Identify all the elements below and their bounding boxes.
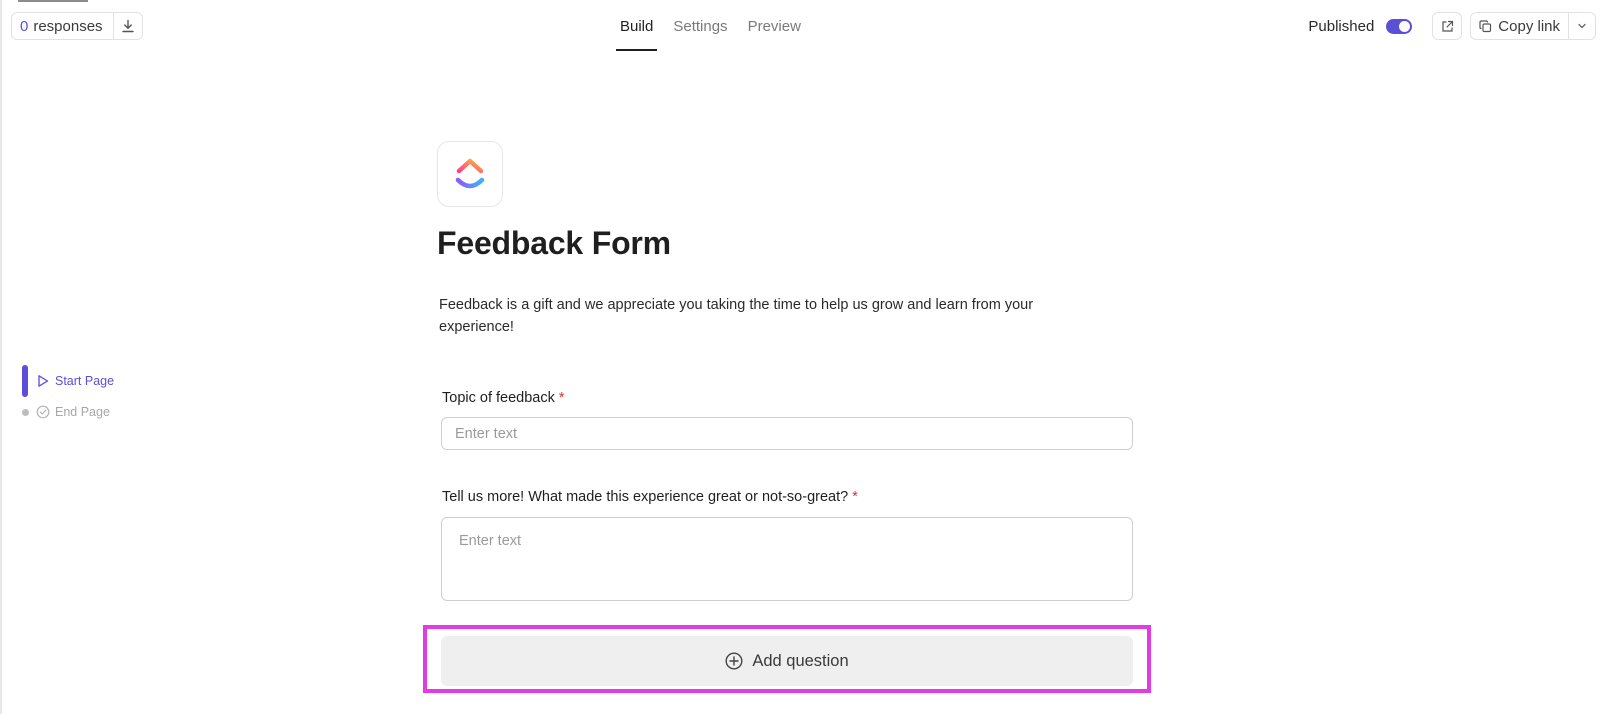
open-external-button[interactable] — [1432, 12, 1463, 40]
responses-button[interactable]: 0 responses — [12, 13, 114, 39]
tab-preview[interactable]: Preview — [748, 0, 801, 52]
required-marker: * — [852, 489, 858, 505]
responses-label: responses — [33, 17, 103, 35]
published-toggle[interactable] — [1386, 18, 1413, 34]
page-nav-start[interactable]: Start Page — [22, 365, 114, 397]
form-logo[interactable] — [437, 141, 503, 207]
plus-circle-icon — [725, 652, 743, 670]
copy-link-options-button[interactable] — [1569, 13, 1595, 39]
question-2-text: Tell us more! What made this experience … — [442, 489, 849, 505]
topic-input[interactable] — [441, 417, 1133, 450]
play-icon — [38, 375, 49, 387]
download-button[interactable] — [114, 13, 142, 39]
page-nav-start-label: Start Page — [55, 374, 115, 388]
chevron-down-icon — [1578, 23, 1586, 29]
tab-bar: Build Settings Preview — [615, 0, 821, 52]
external-link-icon — [1442, 20, 1453, 32]
form-description[interactable]: Feedback is a gift and we appreciate you… — [439, 294, 1079, 338]
tab-settings[interactable]: Settings — [673, 0, 727, 52]
page-navigation: Start Page End Page — [22, 365, 114, 423]
download-icon — [121, 19, 134, 33]
clickup-logo-icon — [455, 158, 485, 189]
page-dot — [22, 408, 29, 416]
add-question-button[interactable]: Add question — [441, 636, 1133, 686]
copy-link-button[interactable]: Copy link — [1471, 13, 1569, 39]
question-2-label: Tell us more! What made this experience … — [442, 489, 858, 505]
check-circle-icon — [36, 405, 50, 419]
header-right-controls: Published Copy link — [1308, 0, 1600, 52]
required-marker: * — [558, 390, 565, 406]
responses-count: 0 — [20, 17, 29, 35]
details-textarea[interactable] — [441, 517, 1133, 601]
toggle-knob — [1399, 20, 1411, 32]
window-left-border — [0, 0, 2, 714]
published-label: Published — [1308, 17, 1375, 35]
add-question-label: Add question — [752, 651, 849, 670]
page-nav-end-label: End Page — [55, 405, 110, 419]
tab-build[interactable]: Build — [615, 0, 658, 52]
copy-icon — [1479, 19, 1492, 32]
page-nav-end[interactable]: End Page — [22, 401, 114, 423]
top-bar: 0 responses Build Settings Preview Publi… — [0, 0, 1600, 52]
copy-link-label: Copy link — [1498, 17, 1560, 35]
responses-group: 0 responses — [11, 12, 143, 40]
active-page-indicator — [22, 365, 28, 397]
question-1-label: Topic of feedback * — [442, 390, 565, 406]
form-title[interactable]: Feedback Form — [437, 225, 671, 262]
question-1-text: Topic of feedback — [442, 390, 555, 406]
copy-link-group: Copy link — [1470, 12, 1596, 40]
